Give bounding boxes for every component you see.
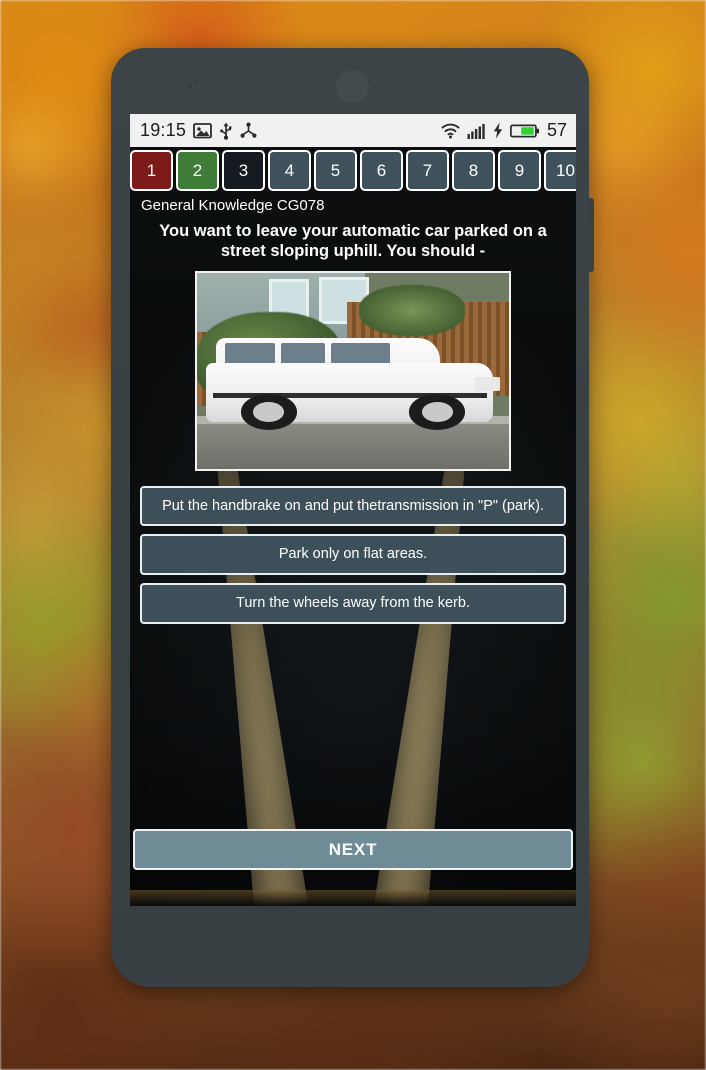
question-tab-7[interactable]: 7 — [406, 150, 449, 191]
signal-icon — [467, 123, 485, 139]
question-tab-4[interactable]: 4 — [268, 150, 311, 191]
next-button[interactable]: NEXT — [133, 829, 573, 870]
car-wheel — [240, 394, 297, 430]
question-image — [195, 270, 511, 471]
question-tab-3[interactable]: 3 — [222, 150, 265, 191]
question-tab-1[interactable]: 1 — [130, 150, 173, 191]
status-bar-right-group: 57 — [441, 120, 567, 141]
answer-option-list: Put the handbrake on and put thetransmis… — [140, 485, 566, 624]
share-icon — [240, 122, 257, 138]
question-tab-10[interactable]: 10 — [544, 150, 576, 191]
question-tab-5[interactable]: 5 — [314, 150, 357, 191]
battery-icon — [510, 124, 539, 137]
battery-percent-label: 57 — [546, 120, 567, 140]
navigation-strip — [130, 890, 576, 906]
answer-option-3[interactable]: Turn the wheels away from the kerb. — [140, 583, 566, 624]
wifi-icon — [441, 123, 460, 138]
question-tab-2[interactable]: 2 — [176, 150, 219, 191]
car-wheel — [409, 394, 466, 430]
earpiece-speaker-icon — [336, 70, 369, 103]
status-bar-left-group: 19:15 — [140, 120, 257, 141]
phone-screen: 19:15 57 1 2 3 4 5 6 7 8 9 10 General Kn… — [130, 114, 576, 906]
scene-road-surface — [197, 419, 509, 469]
question-tab-8[interactable]: 8 — [452, 150, 495, 191]
power-button-icon[interactable] — [588, 198, 594, 272]
proximity-sensor-icon — [186, 83, 193, 90]
car-headlight — [474, 376, 500, 391]
image-icon — [193, 123, 212, 139]
charging-bolt-icon — [493, 122, 503, 139]
question-tab-6[interactable]: 6 — [360, 150, 403, 191]
status-bar: 19:15 57 — [130, 114, 576, 147]
quiz-category-label: General Knowledge CG078 — [141, 197, 325, 214]
quiz-content: General Knowledge CG078 You want to leav… — [130, 194, 576, 624]
status-bar-clock: 19:15 — [140, 120, 187, 140]
answer-option-2[interactable]: Park only on flat areas. — [140, 534, 566, 575]
question-tab-9[interactable]: 9 — [498, 150, 541, 191]
question-number-tab-strip[interactable]: 1 2 3 4 5 6 7 8 9 10 — [130, 147, 576, 194]
usb-icon — [220, 122, 232, 140]
question-text: You want to leave your automatic car par… — [159, 222, 547, 261]
scene-bush — [359, 284, 466, 336]
answer-option-1[interactable]: Put the handbrake on and put thetransmis… — [140, 485, 566, 527]
